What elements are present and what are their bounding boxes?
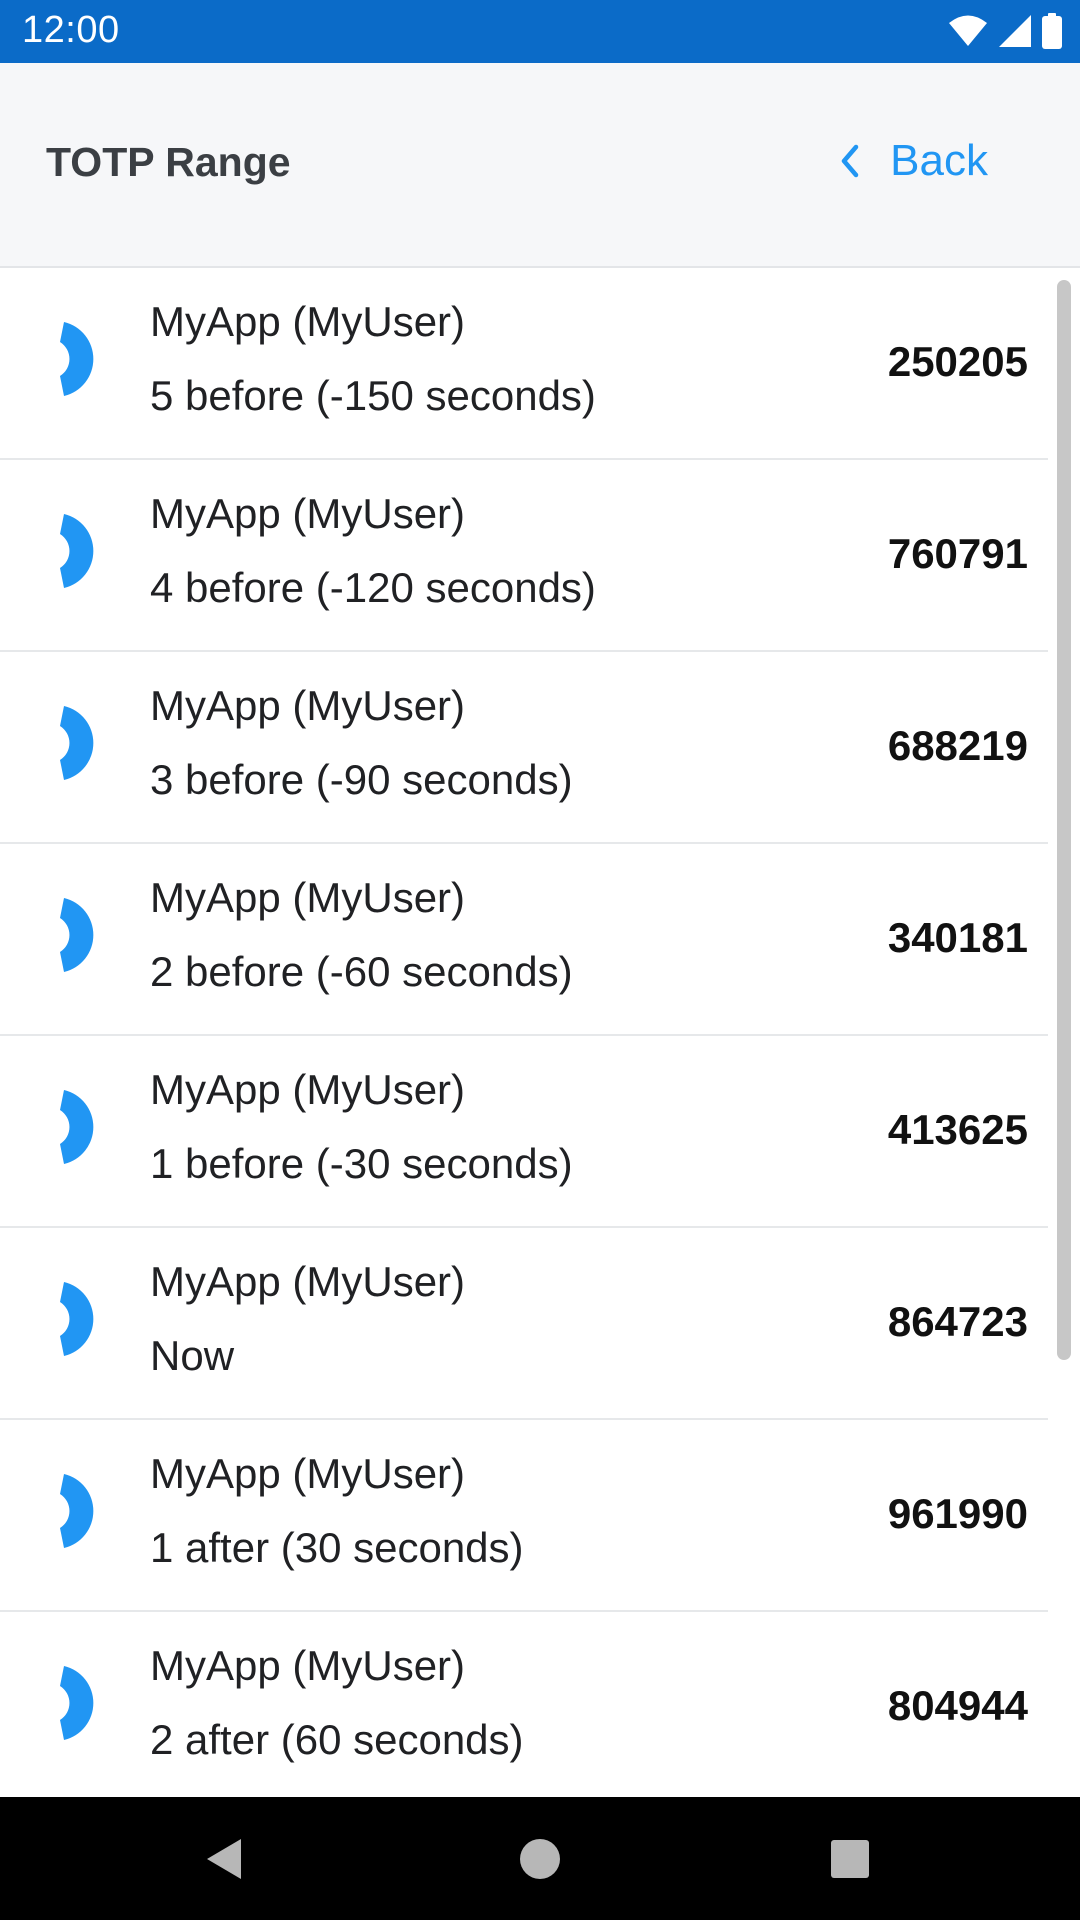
account-name: MyApp (MyUser) bbox=[150, 1258, 466, 1305]
totp-code[interactable]: 688219 bbox=[888, 722, 1028, 770]
totp-list[interactable]: MyApp (MyUser) 5 before (-150 seconds) 250… bbox=[0, 268, 1048, 1798]
time-offset: 4 before (-120 seconds) bbox=[150, 564, 596, 611]
countdown-arc-icon bbox=[60, 1282, 94, 1356]
account-name: MyApp (MyUser) bbox=[150, 1450, 466, 1497]
list-item[interactable]: MyApp (MyUser) 5 before (-150 seconds) 250… bbox=[0, 268, 1048, 460]
time-offset: 5 before (-150 seconds) bbox=[150, 372, 596, 419]
account-name: MyApp (MyUser) bbox=[150, 490, 466, 537]
countdown-arc-icon bbox=[60, 706, 94, 780]
circle-home-icon[interactable] bbox=[510, 1829, 570, 1889]
status-icons bbox=[948, 12, 1062, 50]
totp-code[interactable]: 804944 bbox=[888, 1682, 1028, 1730]
signal-icon bbox=[999, 15, 1031, 47]
account-name: MyApp (MyUser) bbox=[150, 1642, 466, 1689]
battery-icon bbox=[1042, 13, 1062, 49]
totp-code[interactable]: 961990 bbox=[888, 1490, 1028, 1538]
wifi-icon bbox=[949, 15, 987, 46]
countdown-arc-icon bbox=[60, 514, 94, 588]
countdown-arc-icon bbox=[60, 1090, 94, 1164]
time-offset: 1 after (30 seconds) bbox=[150, 1524, 524, 1571]
countdown-arc-icon bbox=[60, 898, 94, 972]
countdown-arc-icon bbox=[60, 322, 94, 396]
time-offset: Now bbox=[150, 1332, 235, 1379]
list-item[interactable]: MyApp (MyUser) 3 before (-90 seconds) 6882… bbox=[0, 652, 1048, 844]
list-item[interactable]: MyApp (MyUser) 1 after (30 seconds) 961990 bbox=[0, 1420, 1048, 1612]
square-recents-icon[interactable] bbox=[820, 1829, 880, 1889]
list-item[interactable]: MyApp (MyUser) 2 before (-60 seconds) 3401… bbox=[0, 844, 1048, 1036]
time-offset: 3 before (-90 seconds) bbox=[150, 756, 573, 803]
back-label: Back bbox=[890, 136, 988, 185]
status-bar: 12:00 bbox=[0, 0, 1080, 63]
countdown-arc-icon bbox=[60, 1666, 94, 1740]
totp-code[interactable]: 340181 bbox=[888, 914, 1028, 962]
totp-code[interactable]: 760791 bbox=[888, 530, 1028, 578]
app-header: TOTP Range Back bbox=[0, 63, 1080, 268]
triangle-back-icon[interactable] bbox=[195, 1829, 255, 1889]
scrollbar[interactable] bbox=[1057, 280, 1071, 1360]
list-item[interactable]: MyApp (MyUser) 2 after (60 seconds) 804944 bbox=[0, 1612, 1048, 1798]
account-name: MyApp (MyUser) bbox=[150, 1066, 466, 1113]
account-name: MyApp (MyUser) bbox=[150, 874, 466, 921]
page-title: TOTP Range bbox=[46, 139, 291, 185]
status-time: 12:00 bbox=[22, 9, 120, 51]
account-name: MyApp (MyUser) bbox=[150, 682, 466, 729]
list-item[interactable]: MyApp (MyUser) 4 before (-120 seconds) 760… bbox=[0, 460, 1048, 652]
list-item[interactable]: MyApp (MyUser) 1 before (-30 seconds) 4136… bbox=[0, 1036, 1048, 1228]
totp-code[interactable]: 413625 bbox=[888, 1106, 1028, 1154]
countdown-arc-icon bbox=[60, 1474, 94, 1548]
time-offset: 2 before (-60 seconds) bbox=[150, 948, 573, 995]
navigation-bar bbox=[0, 1797, 1080, 1920]
account-name: MyApp (MyUser) bbox=[150, 298, 466, 345]
time-offset: 1 before (-30 seconds) bbox=[150, 1140, 573, 1187]
totp-code[interactable]: 864723 bbox=[888, 1298, 1028, 1346]
chevron-left-icon bbox=[841, 144, 859, 178]
totp-code[interactable]: 250205 bbox=[888, 338, 1028, 386]
back-button[interactable]: Back bbox=[840, 133, 988, 189]
list-item[interactable]: MyApp (MyUser) Now 864723 bbox=[0, 1228, 1048, 1420]
time-offset: 2 after (60 seconds) bbox=[150, 1716, 524, 1763]
